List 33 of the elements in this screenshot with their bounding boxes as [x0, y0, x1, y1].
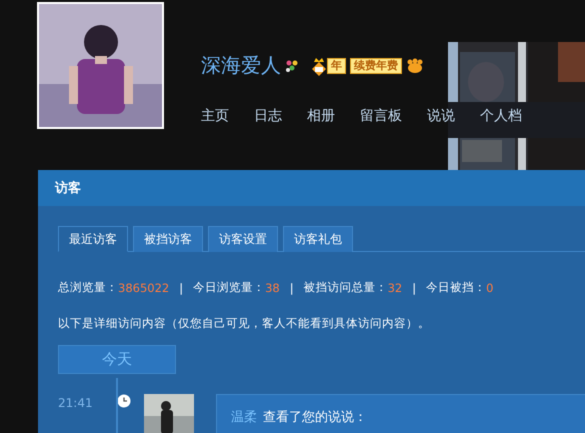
renew-badge[interactable]: 续费年费 [350, 58, 402, 74]
stat-label: 今日被挡： [426, 280, 486, 295]
tab[interactable]: 被挡访客 [133, 226, 203, 252]
year-badge: 年 [327, 58, 346, 74]
tab[interactable]: 最近访客 [58, 226, 128, 252]
stat-value: 32 [388, 280, 402, 294]
nav-link[interactable]: 个人档 [480, 107, 522, 125]
stat-label: 总浏览量： [58, 280, 118, 295]
stat-label: 被挡访问总量： [304, 280, 388, 295]
visit-time: 21:41 [58, 395, 94, 410]
stat-value: 0 [486, 280, 494, 294]
nav-link[interactable]: 留言板 [360, 107, 402, 125]
nav-link[interactable]: 主页 [201, 107, 229, 125]
tab[interactable]: 访客礼包 [283, 226, 353, 252]
stat-value: 38 [265, 280, 280, 294]
separator: | [179, 280, 184, 294]
separator: | [290, 280, 294, 294]
tab[interactable]: 访客设置 [208, 226, 278, 252]
stat-label: 今日浏览量： [193, 280, 266, 295]
crown-level-icon [311, 56, 327, 76]
visit-text: 温柔 查看了您的说说： [231, 410, 367, 425]
notice-text: 以下是详细访问内容（仅您自己可见，客人不能看到具体访问内容）。 [58, 316, 431, 331]
clock-icon [117, 394, 131, 408]
paw-icon [406, 58, 424, 74]
panel-title: 访客 [55, 180, 81, 197]
stat-value: 3865022 [118, 280, 170, 294]
profile-name: 深海爱人 [201, 52, 281, 79]
flower-icon [285, 58, 299, 72]
nav-link[interactable]: 相册 [307, 107, 335, 125]
separator: | [412, 280, 416, 294]
nav-link[interactable]: 日志 [254, 107, 282, 125]
nav-link[interactable]: 说说 [427, 107, 455, 125]
day-label: 今天 [58, 345, 176, 374]
